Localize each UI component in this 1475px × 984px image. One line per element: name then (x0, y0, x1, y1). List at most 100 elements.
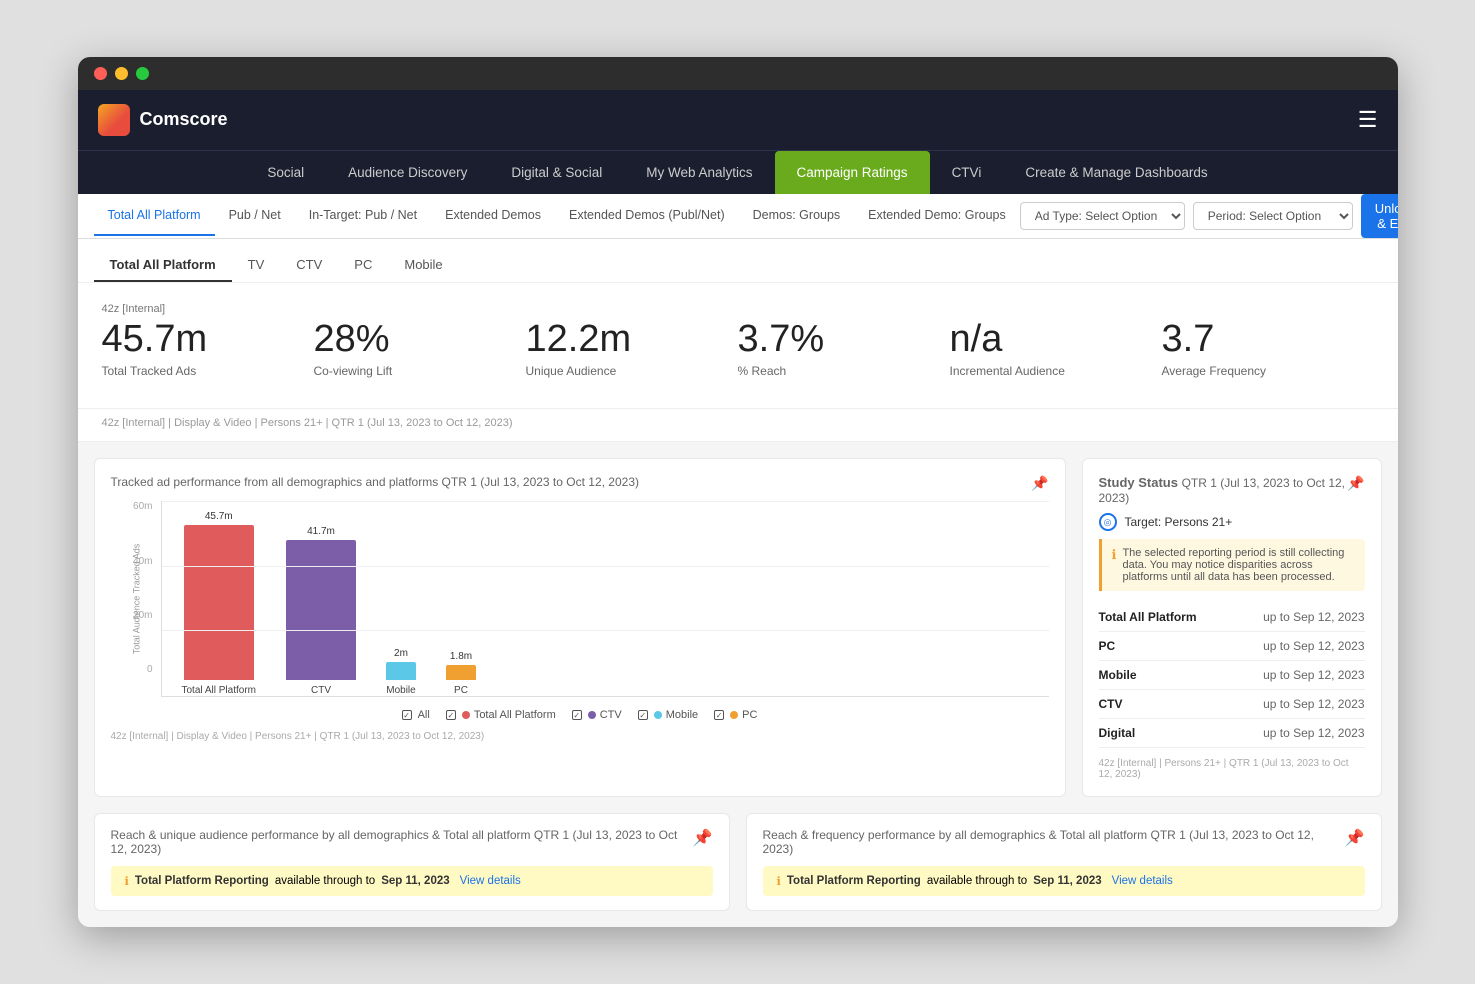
metric-avg-frequency: 3.7 Average Frequency (1162, 319, 1374, 395)
bar-label-platform: Total All Platform (182, 685, 256, 696)
chart-pin-bar[interactable]: 📌 (1031, 475, 1048, 492)
nav-create-dashboards[interactable]: Create & Manage Dashboards (1003, 151, 1229, 194)
study-pin[interactable]: 📌 (1347, 475, 1364, 492)
legend-check-pc[interactable]: ✓ (714, 710, 724, 720)
study-row-ctv: CTV up to Sep 12, 2023 (1099, 690, 1365, 719)
topbar: Comscore ☰ (78, 90, 1398, 150)
legend-check-mobile[interactable]: ✓ (638, 710, 648, 720)
metric-name-tracked-ads: Total Tracked Ads (102, 364, 294, 378)
legend-check-total[interactable]: ✓ (446, 710, 456, 720)
study-row-mobile: Mobile up to Sep 12, 2023 (1099, 661, 1365, 690)
tab-extended-demos-publ[interactable]: Extended Demos (Publ/Net) (555, 196, 739, 236)
metrics-section: 42z [Internal] 45.7m Total Tracked Ads 2… (78, 283, 1398, 405)
subtab-pc[interactable]: PC (338, 249, 388, 282)
minimize-button[interactable] (115, 67, 128, 80)
info-icon: ℹ (1112, 547, 1117, 583)
tab-extended-demo-groups[interactable]: Extended Demo: Groups (854, 196, 1020, 236)
nav-ctvi[interactable]: CTVi (930, 151, 1004, 194)
legend-check-ctv[interactable]: ✓ (572, 710, 582, 720)
bar-value-mobile: 2m (394, 648, 408, 659)
legend-mobile[interactable]: ✓ Mobile (638, 709, 698, 721)
tab-in-target[interactable]: In-Target: Pub / Net (295, 196, 431, 236)
bottom-right-card: 📌 Reach & frequency performance by all d… (746, 813, 1382, 911)
bar-ctv: 41.7m CTV (286, 526, 356, 696)
nav-social[interactable]: Social (245, 151, 326, 194)
legend-all[interactable]: ✓ All (402, 709, 430, 721)
bottom-right-view-details[interactable]: View details (1112, 875, 1173, 887)
logo-icon (98, 104, 130, 136)
hamburger-menu[interactable]: ☰ (1358, 107, 1378, 133)
study-date-total: up to Sep 12, 2023 (1229, 603, 1364, 632)
bar-chart-legend: ✓ All ✓ Total All Platform ✓ CTV ✓ (111, 709, 1049, 721)
logo: Comscore (98, 104, 228, 136)
metric-value-frequency: 3.7 (1162, 319, 1354, 361)
bottom-right-title: Reach & frequency performance by all dem… (763, 828, 1365, 856)
bar-pc: 1.8m PC (446, 651, 476, 696)
legend-dot-total (462, 711, 470, 719)
bar-rect-platform (184, 525, 254, 680)
bottom-left-card: 📌 Reach & unique audience performance by… (94, 813, 730, 911)
study-table: Total All Platform up to Sep 12, 2023 PC… (1099, 603, 1365, 748)
subtab-total-all-platform[interactable]: Total All Platform (94, 249, 232, 282)
bottom-left-banner-text: Total Platform Reporting (135, 875, 269, 887)
bar-value-platform: 45.7m (205, 511, 233, 522)
bottom-right-pin[interactable]: 📌 (1345, 828, 1365, 848)
metric-name-coviewing: Co-viewing Lift (314, 364, 506, 378)
subtab-mobile[interactable]: Mobile (388, 249, 458, 282)
unlock-edit-button[interactable]: Unlock & Edit (1361, 194, 1398, 238)
close-button[interactable] (94, 67, 107, 80)
study-date-pc: up to Sep 12, 2023 (1229, 632, 1364, 661)
bar-label-ctv: CTV (311, 685, 331, 696)
tab-demos-groups[interactable]: Demos: Groups (739, 196, 855, 236)
y-label-0: 0 (147, 664, 153, 675)
tab-extended-demos[interactable]: Extended Demos (431, 196, 555, 236)
legend-dot-ctv (588, 711, 596, 719)
bottom-right-available: available through to (927, 875, 1027, 887)
nav-digital-social[interactable]: Digital & Social (489, 151, 624, 194)
ad-type-select[interactable]: Ad Type: Select Option (1020, 202, 1185, 230)
study-date-mobile: up to Sep 12, 2023 (1229, 661, 1364, 690)
tab-pub-net[interactable]: Pub / Net (215, 196, 295, 236)
legend-dot-pc (730, 711, 738, 719)
charts-row: 📌 Tracked ad performance from all demogr… (78, 442, 1398, 813)
bar-chart-card: 📌 Tracked ad performance from all demogr… (94, 458, 1066, 797)
bottom-right-banner-date: Sep 11, 2023 (1033, 875, 1101, 887)
bar-rect-pc (446, 665, 476, 680)
maximize-button[interactable] (136, 67, 149, 80)
target-row: ◎ Target: Persons 21+ (1099, 513, 1365, 531)
study-row-digital: Digital up to Sep 12, 2023 (1099, 719, 1365, 748)
target-text: Target: Persons 21+ (1125, 515, 1233, 529)
subtab-ctv[interactable]: CTV (280, 249, 338, 282)
legend-check-all[interactable]: ✓ (402, 710, 412, 720)
tab-controls: Ad Type: Select Option Period: Select Op… (1020, 194, 1398, 238)
bottom-left-title: Reach & unique audience performance by a… (111, 828, 713, 856)
bottom-left-pin[interactable]: 📌 (693, 828, 713, 848)
y-axis-title: Total Audience Tracked Ads (131, 544, 141, 655)
bar-rect-ctv (286, 540, 356, 680)
tabs-bar: Total All Platform Pub / Net In-Target: … (78, 194, 1398, 239)
legend-total-platform[interactable]: ✓ Total All Platform (446, 709, 556, 721)
nav-campaign-ratings[interactable]: Campaign Ratings (775, 151, 930, 194)
bar-chart-area: Total Audience Tracked Ads 60m 40m 20m 0 (111, 501, 1049, 721)
study-row-total: Total All Platform up to Sep 12, 2023 (1099, 603, 1365, 632)
bar-value-pc: 1.8m (450, 651, 472, 662)
nav-audience-discovery[interactable]: Audience Discovery (326, 151, 489, 194)
target-icon: ◎ (1099, 513, 1117, 531)
bar-rect-mobile (386, 662, 416, 680)
bottom-right-banner-text: Total Platform Reporting (787, 875, 921, 887)
metric-unique-audience: 12.2m Unique Audience (526, 319, 738, 395)
nav-web-analytics[interactable]: My Web Analytics (624, 151, 774, 194)
legend-ctv[interactable]: ✓ CTV (572, 709, 622, 721)
metric-value-coviewing: 28% (314, 319, 506, 361)
tab-total-all-platform[interactable]: Total All Platform (94, 196, 215, 236)
bottom-left-info-icon: ℹ (125, 874, 129, 888)
period-select[interactable]: Period: Select Option (1193, 202, 1353, 230)
bottom-left-available: available through to (275, 875, 375, 887)
legend-pc[interactable]: ✓ PC (714, 709, 757, 721)
subtab-tv[interactable]: TV (232, 249, 281, 282)
study-platform-total: Total All Platform (1099, 603, 1230, 632)
bottom-left-view-details[interactable]: View details (460, 875, 521, 887)
y-label-60: 60m (133, 501, 152, 512)
study-platform-digital: Digital (1099, 719, 1230, 748)
bar-label-mobile: Mobile (386, 685, 415, 696)
